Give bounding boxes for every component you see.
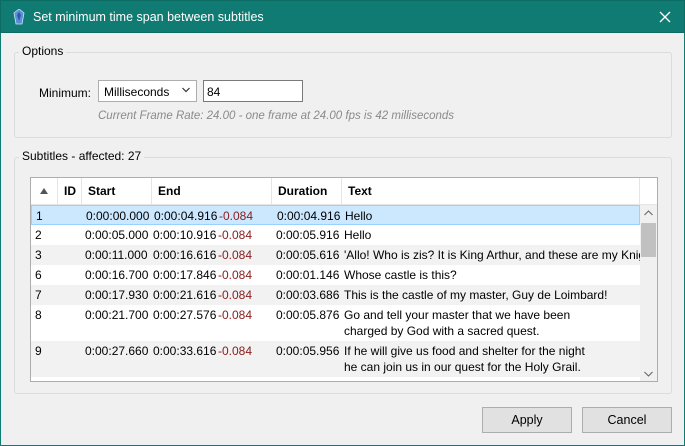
row-text: This is the castle of my master, Guy de … <box>344 288 608 302</box>
table-row[interactable]: 9 0:00:27.660 0:00:33.616 -0.084 0:00:05… <box>31 341 640 377</box>
column-header-text[interactable]: Text <box>342 178 640 204</box>
column-header-end[interactable]: End <box>152 178 272 204</box>
scroll-up-icon[interactable] <box>644 210 653 216</box>
row-start: 0:00:27.660 <box>85 344 149 358</box>
options-group-title: Options <box>19 44 67 58</box>
row-change: -0.084 <box>218 288 253 302</box>
table-row[interactable]: 2 0:00:05.000 0:00:10.916 -0.084 0:00:05… <box>31 225 640 245</box>
row-change: -0.084 <box>218 268 253 282</box>
row-duration: 0:00:05.956 <box>276 344 340 358</box>
row-change: -0.084 <box>218 248 253 262</box>
list-rows: 1 0:00:00.000 0:00:04.916 -0.084 0:00:04… <box>31 205 640 381</box>
table-row[interactable]: 6 0:00:16.700 0:00:17.846 -0.084 0:00:01… <box>31 265 640 285</box>
table-row[interactable]: 7 0:00:17.930 0:00:21.616 -0.084 0:00:03… <box>31 285 640 305</box>
row-number: 9 <box>35 344 42 358</box>
row-number: 7 <box>35 288 42 302</box>
window-title: Set minimum time span between subtitles <box>33 10 264 24</box>
title-bar: Set minimum time span between subtitles <box>0 0 685 33</box>
unit-dropdown-value: Milliseconds <box>104 85 170 99</box>
subtitle-edit-icon <box>13 9 25 25</box>
apply-button[interactable]: Apply <box>482 407 572 433</box>
row-duration: 0:00:05.876 <box>276 308 340 322</box>
row-start: 0:00:05.000 <box>85 228 149 242</box>
row-end: 0:00:10.916 <box>153 228 217 242</box>
column-header-id[interactable]: ID <box>58 178 82 204</box>
table-row[interactable]: 1 0:00:00.000 0:00:04.916 -0.084 0:00:04… <box>31 205 640 225</box>
row-change: -0.084 <box>218 228 253 242</box>
sort-column-header[interactable] <box>31 178 58 204</box>
row-duration: 0:00:04.916 <box>277 209 341 223</box>
row-end: 0:00:17.846 <box>153 268 217 282</box>
subtitles-group: Subtitles - affected: 27 ID Start End Du… <box>14 149 672 394</box>
options-group: Options Minimum: Milliseconds 84 Current… <box>14 44 672 138</box>
row-start: 0:00:21.700 <box>85 308 149 322</box>
row-text: If he will give us food and shelter for … <box>344 344 585 358</box>
row-change: -0.084 <box>218 344 253 358</box>
row-change: -0.084 <box>218 308 253 322</box>
vertical-scrollbar[interactable] <box>640 205 657 381</box>
row-duration: 0:00:01.146 <box>276 268 340 282</box>
row-text: 'Allo! Who is zis? It is King Arthur, an… <box>344 248 640 262</box>
row-end: 0:00:21.616 <box>153 288 217 302</box>
close-icon <box>659 11 671 23</box>
row-start: 0:00:16.700 <box>85 268 149 282</box>
row-end: 0:00:16.616 <box>153 248 217 262</box>
row-text: Hello <box>344 228 372 242</box>
scrollbar-thumb[interactable] <box>641 223 656 257</box>
row-number: 2 <box>35 228 42 242</box>
scroll-down-icon[interactable] <box>644 371 653 377</box>
frame-rate-note: Current Frame Rate: 24.00 - one frame at… <box>98 110 455 122</box>
minimum-label: Minimum: <box>39 86 92 100</box>
row-end: 0:00:33.616 <box>153 344 217 358</box>
row-end: 0:00:27.576 <box>153 308 217 322</box>
row-start: 0:00:11.000 <box>85 248 148 262</box>
minimum-value-input[interactable]: 84 <box>203 80 303 102</box>
table-row[interactable]: 8 0:00:21.700 0:00:27.576 -0.084 0:00:05… <box>31 305 640 341</box>
row-duration: 0:00:05.616 <box>276 248 340 262</box>
row-text-line-2: charged by God with a sacred quest. <box>344 324 540 338</box>
minimum-value-text: 84 <box>207 85 221 99</box>
chevron-down-icon <box>182 87 190 93</box>
dialog-body: Options Minimum: Milliseconds 84 Current… <box>0 33 685 446</box>
row-text: Hello <box>345 209 373 223</box>
row-duration: 0:00:03.686 <box>276 288 340 302</box>
unit-dropdown[interactable]: Milliseconds <box>98 80 197 102</box>
row-number: 1 <box>36 209 43 223</box>
table-row[interactable]: 3 0:00:11.000 0:00:16.616 -0.084 0:00:05… <box>31 245 640 265</box>
subtitles-group-title: Subtitles - affected: 27 <box>19 149 145 163</box>
row-number: 3 <box>35 248 42 262</box>
column-header-duration[interactable]: Duration <box>272 178 342 204</box>
row-text: Whose castle is this? <box>344 268 457 282</box>
row-duration: 0:00:05.916 <box>276 228 340 242</box>
row-end: 0:00:04.916 <box>154 209 218 223</box>
row-number: 8 <box>35 308 42 322</box>
row-change: -0.084 <box>219 209 254 223</box>
row-number: 6 <box>35 268 42 282</box>
cancel-button[interactable]: Cancel <box>582 407 672 433</box>
row-start: 0:00:00.000 <box>86 209 150 223</box>
row-text-line-2: he can join us in our quest for the Holy… <box>344 360 581 374</box>
sort-ascending-icon <box>40 188 48 194</box>
close-button[interactable] <box>646 1 684 33</box>
column-header-start[interactable]: Start <box>82 178 152 204</box>
subtitles-list[interactable]: ID Start End Duration Text 1 0:00:00.000… <box>30 177 658 382</box>
row-text: Go and tell your master that we have bee… <box>344 308 571 322</box>
list-header: ID Start End Duration Text <box>31 178 657 205</box>
row-start: 0:00:17.930 <box>85 288 149 302</box>
